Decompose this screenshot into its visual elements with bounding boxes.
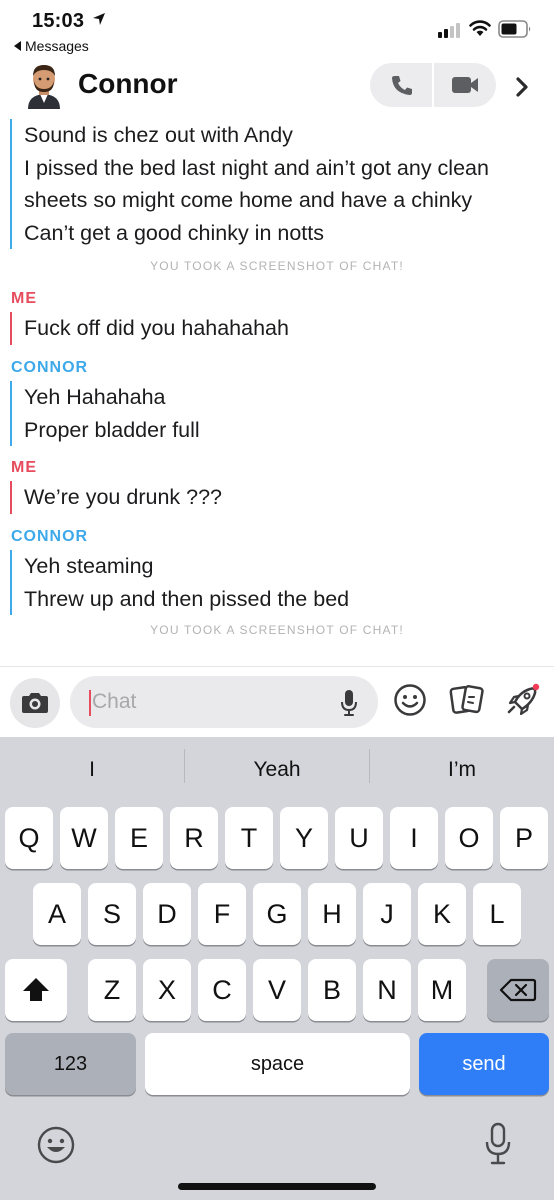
chat-input-bar: Chat <box>0 667 554 737</box>
back-app-label: Messages <box>25 38 89 54</box>
screenshot-notice: YOU TOOK A SCREENSHOT OF CHAT! <box>150 623 404 637</box>
status-bar: 15:03 Messages <box>0 0 554 58</box>
location-arrow-icon <box>93 13 105 25</box>
home-indicator[interactable] <box>178 1183 376 1190</box>
suggestion-1[interactable]: I <box>0 737 184 803</box>
signal-icon <box>438 22 464 38</box>
key-y[interactable]: Y <box>280 807 328 869</box>
sender-label-connor: CONNOR <box>11 528 89 545</box>
space-key[interactable]: space <box>145 1033 410 1095</box>
key-w[interactable]: W <box>60 807 108 869</box>
sender-label-connor: CONNOR <box>11 359 89 376</box>
key-n[interactable]: N <box>363 959 411 1021</box>
message-group-connor: Yeh Hahahaha Proper bladder full <box>10 381 200 446</box>
message-group-me: Fuck off did you hahahahah <box>10 312 289 345</box>
backspace-key[interactable] <box>487 959 549 1021</box>
message-text: Sound is chez out with Andy <box>24 123 293 147</box>
key-r[interactable]: R <box>170 807 218 869</box>
call-button-group <box>370 63 496 107</box>
message-text: Can’t get a good chinky in notts <box>24 220 324 245</box>
key-k[interactable]: K <box>418 883 466 945</box>
chevron-right-icon[interactable] <box>510 75 534 99</box>
key-p[interactable]: P <box>500 807 548 869</box>
message-group-connor: Sound is chez out with Andy I pissed the… <box>10 119 489 249</box>
chat-placeholder: Chat <box>92 690 137 713</box>
wifi-icon <box>469 20 491 36</box>
key-l[interactable]: L <box>473 883 521 945</box>
cards-icon[interactable] <box>448 681 486 719</box>
message-text: We’re you drunk ??? <box>24 485 222 509</box>
shift-icon <box>23 978 49 1001</box>
keyboard: I Yeah I’m Q W E R T Y U I O P A S D F G… <box>0 737 554 1200</box>
backspace-icon <box>499 978 537 1002</box>
status-time: 15:03 <box>32 10 85 32</box>
camera-button[interactable] <box>10 678 60 728</box>
back-to-app-link[interactable]: Messages <box>14 38 89 54</box>
key-u[interactable]: U <box>335 807 383 869</box>
key-m[interactable]: M <box>418 959 466 1021</box>
key-x[interactable]: X <box>143 959 191 1021</box>
send-key[interactable]: send <box>419 1033 549 1095</box>
mic-icon[interactable] <box>340 689 358 717</box>
message-text: Threw up and then pissed the bed <box>24 586 350 611</box>
rocket-icon[interactable] <box>502 681 542 721</box>
dictation-mic-icon[interactable] <box>485 1122 511 1166</box>
key-a[interactable]: A <box>33 883 81 945</box>
key-i[interactable]: I <box>390 807 438 869</box>
bitmoji-avatar[interactable] <box>22 61 66 109</box>
message-text: I pissed the bed last night and ain’t go… <box>24 155 489 180</box>
call-group-divider <box>432 63 434 107</box>
sender-label-me: ME <box>11 290 37 307</box>
key-j[interactable]: J <box>363 883 411 945</box>
key-b[interactable]: B <box>308 959 356 1021</box>
chat-header: Connor <box>0 58 554 116</box>
screenshot-notice: YOU TOOK A SCREENSHOT OF CHAT! <box>150 259 404 273</box>
key-f[interactable]: F <box>198 883 246 945</box>
message-text: Yeh Hahahaha <box>24 385 166 409</box>
message-text: Fuck off did you hahahahah <box>24 316 289 340</box>
key-z[interactable]: Z <box>88 959 136 1021</box>
key-e[interactable]: E <box>115 807 163 869</box>
message-group-connor: Yeh steaming Threw up and then pissed th… <box>10 550 349 615</box>
key-s[interactable]: S <box>88 883 136 945</box>
text-cursor <box>89 690 91 716</box>
key-d[interactable]: D <box>143 883 191 945</box>
video-icon[interactable] <box>450 74 480 96</box>
key-h[interactable]: H <box>308 883 356 945</box>
key-q[interactable]: Q <box>5 807 53 869</box>
suggestion-3[interactable]: I’m <box>370 737 554 803</box>
suggestion-2[interactable]: Yeah <box>185 737 369 803</box>
keyboard-emoji-icon[interactable] <box>36 1125 76 1165</box>
emoji-icon[interactable] <box>393 683 427 717</box>
chat-input[interactable]: Chat <box>70 676 378 728</box>
key-c[interactable]: C <box>198 959 246 1021</box>
sender-label-me: ME <box>11 459 37 476</box>
shift-key[interactable] <box>5 959 67 1021</box>
phone-icon[interactable] <box>388 73 416 97</box>
back-arrow-icon <box>14 41 21 52</box>
chat-title[interactable]: Connor <box>78 68 178 100</box>
camera-icon <box>22 693 48 713</box>
key-t[interactable]: T <box>225 807 273 869</box>
message-text: Proper bladder full <box>24 417 200 442</box>
numbers-key[interactable]: 123 <box>5 1033 136 1095</box>
message-text: Yeh steaming <box>24 554 154 578</box>
key-o[interactable]: O <box>445 807 493 869</box>
battery-icon <box>498 20 531 38</box>
message-group-me: We’re you drunk ??? <box>10 481 222 514</box>
key-v[interactable]: V <box>253 959 301 1021</box>
key-g[interactable]: G <box>253 883 301 945</box>
message-text: sheets so might come home and have a chi… <box>24 188 473 212</box>
chat-messages: Sound is chez out with Andy I pissed the… <box>0 116 554 666</box>
